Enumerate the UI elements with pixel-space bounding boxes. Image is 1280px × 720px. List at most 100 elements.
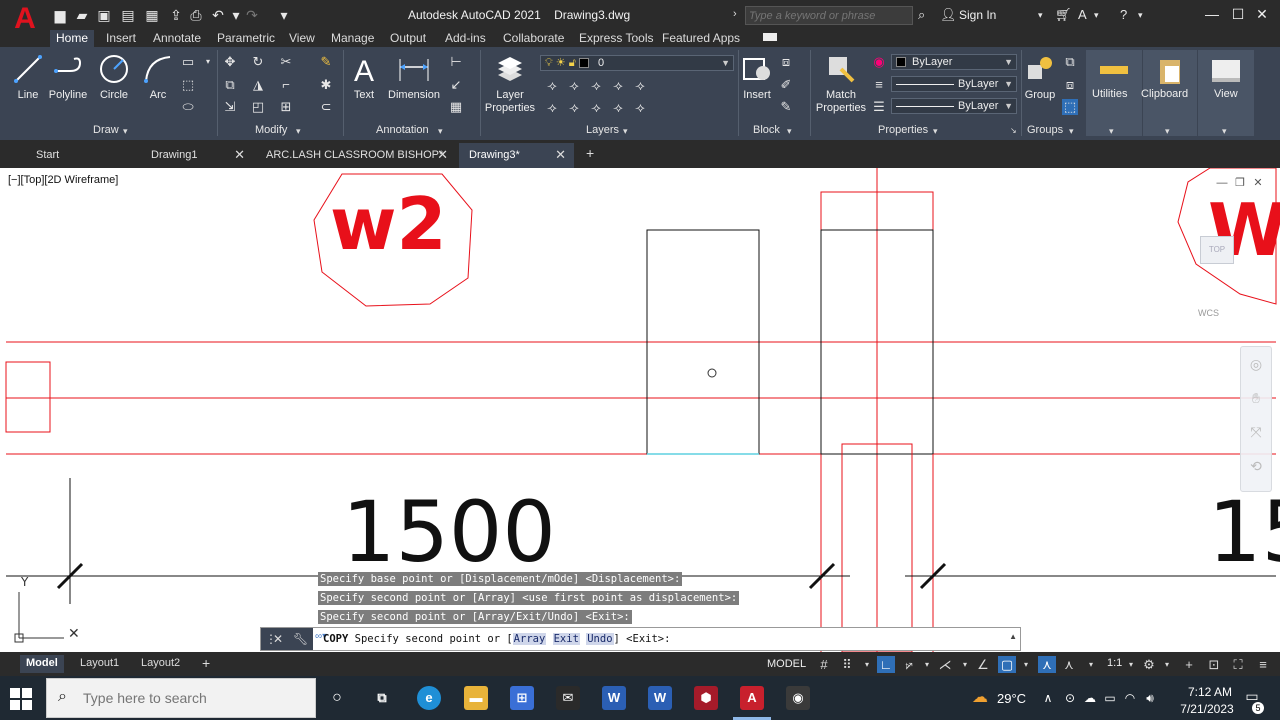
edit-block-icon[interactable]: ✐ [778, 77, 794, 93]
open-folder-icon[interactable]: ▰ [74, 7, 90, 23]
layout-tab-layout1[interactable]: Layout1 [74, 655, 125, 673]
tab-annotate[interactable]: Annotate [153, 30, 201, 47]
object-snap-dropdown-icon[interactable]: ▾ [1017, 656, 1035, 673]
object-snap-icon[interactable]: ▢ [998, 656, 1016, 673]
groups-panel-title[interactable]: Groups [1027, 124, 1063, 136]
viewport-minimize-icon[interactable]: — [1216, 177, 1228, 189]
undo-icon[interactable]: ↶ [210, 7, 226, 23]
rectangle-icon[interactable]: ▭ [180, 54, 196, 70]
ribbon-minimize-toggle-icon[interactable] [763, 33, 777, 41]
make-current-icon[interactable]: ⟢ [544, 100, 560, 116]
customization-icon[interactable]: ≡ [1254, 656, 1272, 673]
circle-button[interactable]: Circle [98, 53, 130, 101]
layout-tab-layout2[interactable]: Layout2 [135, 655, 186, 673]
group-selection-icon[interactable]: ⬚ [1062, 99, 1078, 115]
arc-button[interactable]: Arc [142, 53, 174, 101]
wcs-menu[interactable]: WCS [1198, 308, 1219, 318]
word-document-icon[interactable]: W [602, 686, 626, 710]
add-layout-plus-icon[interactable]: + [196, 655, 216, 673]
polar-dropdown-icon[interactable]: ▾ [918, 656, 936, 673]
layer-unisolate-icon[interactable]: ⟢ [610, 100, 626, 116]
polyline-button[interactable]: Polyline [46, 53, 90, 101]
draw-panel-title[interactable]: Draw [93, 124, 119, 136]
command-prompt[interactable]: COPY Specify second point or [Array Exit… [323, 628, 670, 650]
maximize-icon[interactable]: ☐ [1228, 4, 1248, 24]
polar-tracking-icon[interactable]: ⦬ [900, 656, 918, 673]
annotation-panel-expand-icon[interactable]: ▾ [438, 126, 443, 137]
clock-date[interactable]: 7/21/2023 [1172, 702, 1242, 716]
steering-wheel-icon[interactable]: ◎ [1241, 347, 1271, 381]
web-save-icon[interactable]: ▦ [144, 7, 160, 23]
plot-icon[interactable]: ⎙ [188, 7, 204, 23]
help-search-input[interactable] [745, 6, 913, 25]
taskbar-search-input[interactable] [46, 678, 316, 718]
text-button[interactable]: A Text [348, 53, 380, 101]
properties-panel-expand-icon[interactable]: ▾ [933, 126, 938, 137]
edit-attributes-icon[interactable]: ✎ [778, 99, 794, 115]
zoom-extents-icon[interactable]: ⤧ [1241, 415, 1271, 449]
trim-icon[interactable]: ✂ [278, 54, 294, 70]
workspace-gear-icon[interactable]: ⚙ [1140, 656, 1158, 673]
array-icon[interactable]: ⊞ [278, 99, 294, 115]
tab-manage[interactable]: Manage [331, 30, 374, 47]
layers-panel-expand-icon[interactable]: ▾ [623, 126, 628, 137]
object-snap-tracking-icon[interactable]: ∠ [974, 656, 992, 673]
modify-panel-title[interactable]: Modify [255, 124, 287, 136]
tab-insert[interactable]: Insert [106, 30, 136, 47]
grid-icon[interactable]: # [815, 656, 833, 673]
sign-in-dropdown-icon[interactable]: ▾ [1038, 6, 1043, 24]
match-layer-icon[interactable]: ⟢ [566, 100, 582, 116]
camera-recorder-icon[interactable]: ◉ [786, 686, 810, 710]
color-wheel-icon[interactable]: ◉ [871, 54, 887, 70]
share-icon[interactable]: ⇪ [168, 7, 184, 23]
dimension-text-left[interactable]: 1500 [342, 490, 556, 574]
layer-iso-icon[interactable]: ⟢ [566, 78, 582, 94]
customize-qat-icon[interactable]: ▾ [276, 7, 292, 23]
lineweight-icon[interactable]: ≡ [871, 77, 887, 93]
modify-panel-expand-icon[interactable]: ▾ [296, 126, 301, 137]
layer-walk-icon[interactable]: ⟢ [632, 100, 648, 116]
linetype-dropdown[interactable]: ByLayer ▼ [891, 98, 1017, 114]
close-icon[interactable]: ✕ [1252, 4, 1272, 24]
workspace-dropdown-icon[interactable]: ▾ [1158, 656, 1176, 673]
wifi-icon[interactable]: ◠ [1122, 690, 1138, 706]
new-tab-plus-icon[interactable]: + [586, 145, 594, 161]
group-edit-icon[interactable]: ⧈ [1062, 77, 1078, 93]
layer-off-icon[interactable]: ⟢ [588, 78, 604, 94]
tab-home[interactable]: Home [50, 30, 95, 47]
match-properties-button[interactable]: Match Properties [814, 53, 868, 115]
copy-icon[interactable]: ⧉ [222, 77, 238, 93]
file-tab-start[interactable]: Start [26, 143, 138, 168]
group-button[interactable]: Group [1023, 53, 1057, 101]
sign-in-button[interactable]: Sign In [959, 8, 996, 22]
tab-collaborate[interactable]: Collaborate [503, 30, 564, 47]
mirror-icon[interactable]: ◮ [250, 77, 266, 93]
option-array[interactable]: Array [512, 633, 547, 645]
store-dropdown-icon[interactable]: ▾ [1094, 6, 1099, 24]
command-line-grip[interactable]: ⋮ ✕ 🔧︎ [261, 628, 313, 650]
tray-overflow-icon[interactable]: ∧ [1040, 690, 1056, 706]
cortana-icon[interactable]: ○ [325, 686, 349, 710]
tab-add-ins[interactable]: Add-ins [445, 30, 486, 47]
layer-freeze-icon[interactable]: ⟢ [610, 78, 626, 94]
file-tab-arc-lash[interactable]: ARC.LASH CLASSROOM BISHOP* ✕ [256, 143, 456, 168]
save-icon[interactable]: ▣ [96, 7, 112, 23]
edge-browser-icon[interactable]: e [417, 686, 441, 710]
drawing-canvas[interactable]: Y ✕ [−][Top][2D Wireframe] w2 W 1500 15 … [0, 168, 1280, 652]
groups-panel-expand-icon[interactable]: ▾ [1069, 126, 1074, 137]
viewport-close-icon[interactable]: ✕ [1252, 177, 1264, 189]
task-view-icon[interactable]: ⧉ [370, 686, 394, 710]
annotation-monitor-icon[interactable]: + [1180, 656, 1198, 673]
redo-icon[interactable]: ↷ [244, 7, 260, 23]
clean-screen-icon[interactable]: ⛶ [1229, 656, 1247, 673]
dimension-text-right[interactable]: 15 [1208, 490, 1280, 574]
units-icon[interactable]: ⊡ [1205, 656, 1223, 673]
draw-panel-expand-icon[interactable]: ▾ [123, 126, 128, 137]
new-file-icon[interactable]: ▆ [52, 7, 68, 23]
autodesk-app-store-icon[interactable]: A [1078, 6, 1087, 24]
ortho-icon[interactable]: ∟ [877, 656, 895, 673]
auto-scale-icon[interactable]: ⋏ [1060, 656, 1078, 673]
onedrive-icon[interactable]: ☁ [1082, 690, 1098, 706]
linetype-icon[interactable]: ☰ [871, 99, 887, 115]
tab-express-tools[interactable]: Express Tools [579, 30, 653, 47]
